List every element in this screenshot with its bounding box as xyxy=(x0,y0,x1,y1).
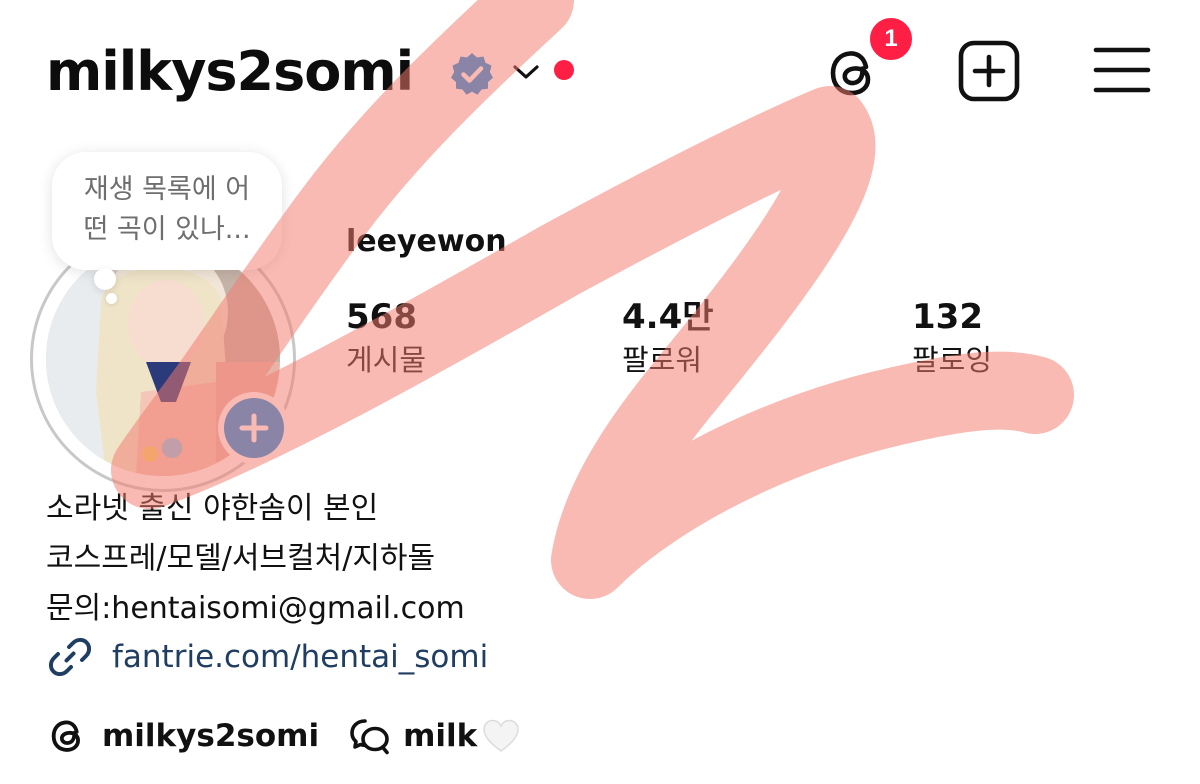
bio-line: 소라넷 출신 야한솜이 본인 xyxy=(46,491,379,526)
link-icon xyxy=(48,637,92,677)
profile-badges-row: milkys2somi milk xyxy=(46,710,549,762)
channel-name: milk xyxy=(403,718,478,754)
posts-label: 게시물 xyxy=(346,343,427,377)
followers-count: 4.4만 xyxy=(622,297,714,337)
status-dot xyxy=(554,60,574,80)
chevron-down-icon[interactable] xyxy=(510,58,542,86)
bio-line: 코스프레/모델/서브컬처/지하돌 xyxy=(46,541,436,576)
profile-link[interactable]: fantrie.com/hentai_somi xyxy=(46,632,488,682)
bio-line: 문의:hentaisomi@gmail.com xyxy=(46,591,465,626)
posts-count: 568 xyxy=(346,297,417,337)
profile-page: milkys2somi 1 재생 목록에 어 떤 곡이 있나... leeyew… xyxy=(0,0,1200,784)
following-label: 팔로잉 xyxy=(912,343,993,377)
chat-bubbles-icon xyxy=(350,719,389,755)
bio: 소라넷 출신 야한솜이 본인 코스프레/모델/서브컬처/지하돌 문의:henta… xyxy=(46,484,465,634)
notification-badge: 1 xyxy=(866,14,916,64)
note-bubble-tail xyxy=(94,268,116,290)
threads-handle: milkys2somi xyxy=(102,718,320,754)
add-story-button[interactable] xyxy=(218,392,290,464)
profile-username[interactable]: milkys2somi xyxy=(46,36,414,108)
display-name: leeyewon xyxy=(346,224,507,259)
add-story-circle xyxy=(224,398,284,458)
note-bubble[interactable]: 재생 목록에 어 떤 곡이 있나... xyxy=(52,152,282,270)
white-heart-icon xyxy=(483,719,520,752)
plus-icon xyxy=(239,413,269,443)
threads-icon xyxy=(51,720,80,752)
verified-badge-icon xyxy=(451,53,493,95)
following-stat[interactable]: 132 팔로잉 xyxy=(912,294,992,380)
threads-profile-chip[interactable]: milkys2somi xyxy=(46,713,319,759)
broadcast-channel-chip[interactable]: milk xyxy=(347,713,521,759)
note-bubble-tail-small xyxy=(106,293,117,304)
posts-stat[interactable]: 568 게시물 xyxy=(346,294,426,380)
following-count: 132 xyxy=(912,297,983,337)
hamburger-menu-icon[interactable] xyxy=(1092,42,1152,98)
create-post-icon[interactable] xyxy=(956,38,1022,104)
profile-link-text[interactable]: fantrie.com/hentai_somi xyxy=(112,639,488,675)
followers-stat[interactable]: 4.4만 팔로워 xyxy=(622,294,714,380)
followers-label: 팔로워 xyxy=(622,343,703,377)
